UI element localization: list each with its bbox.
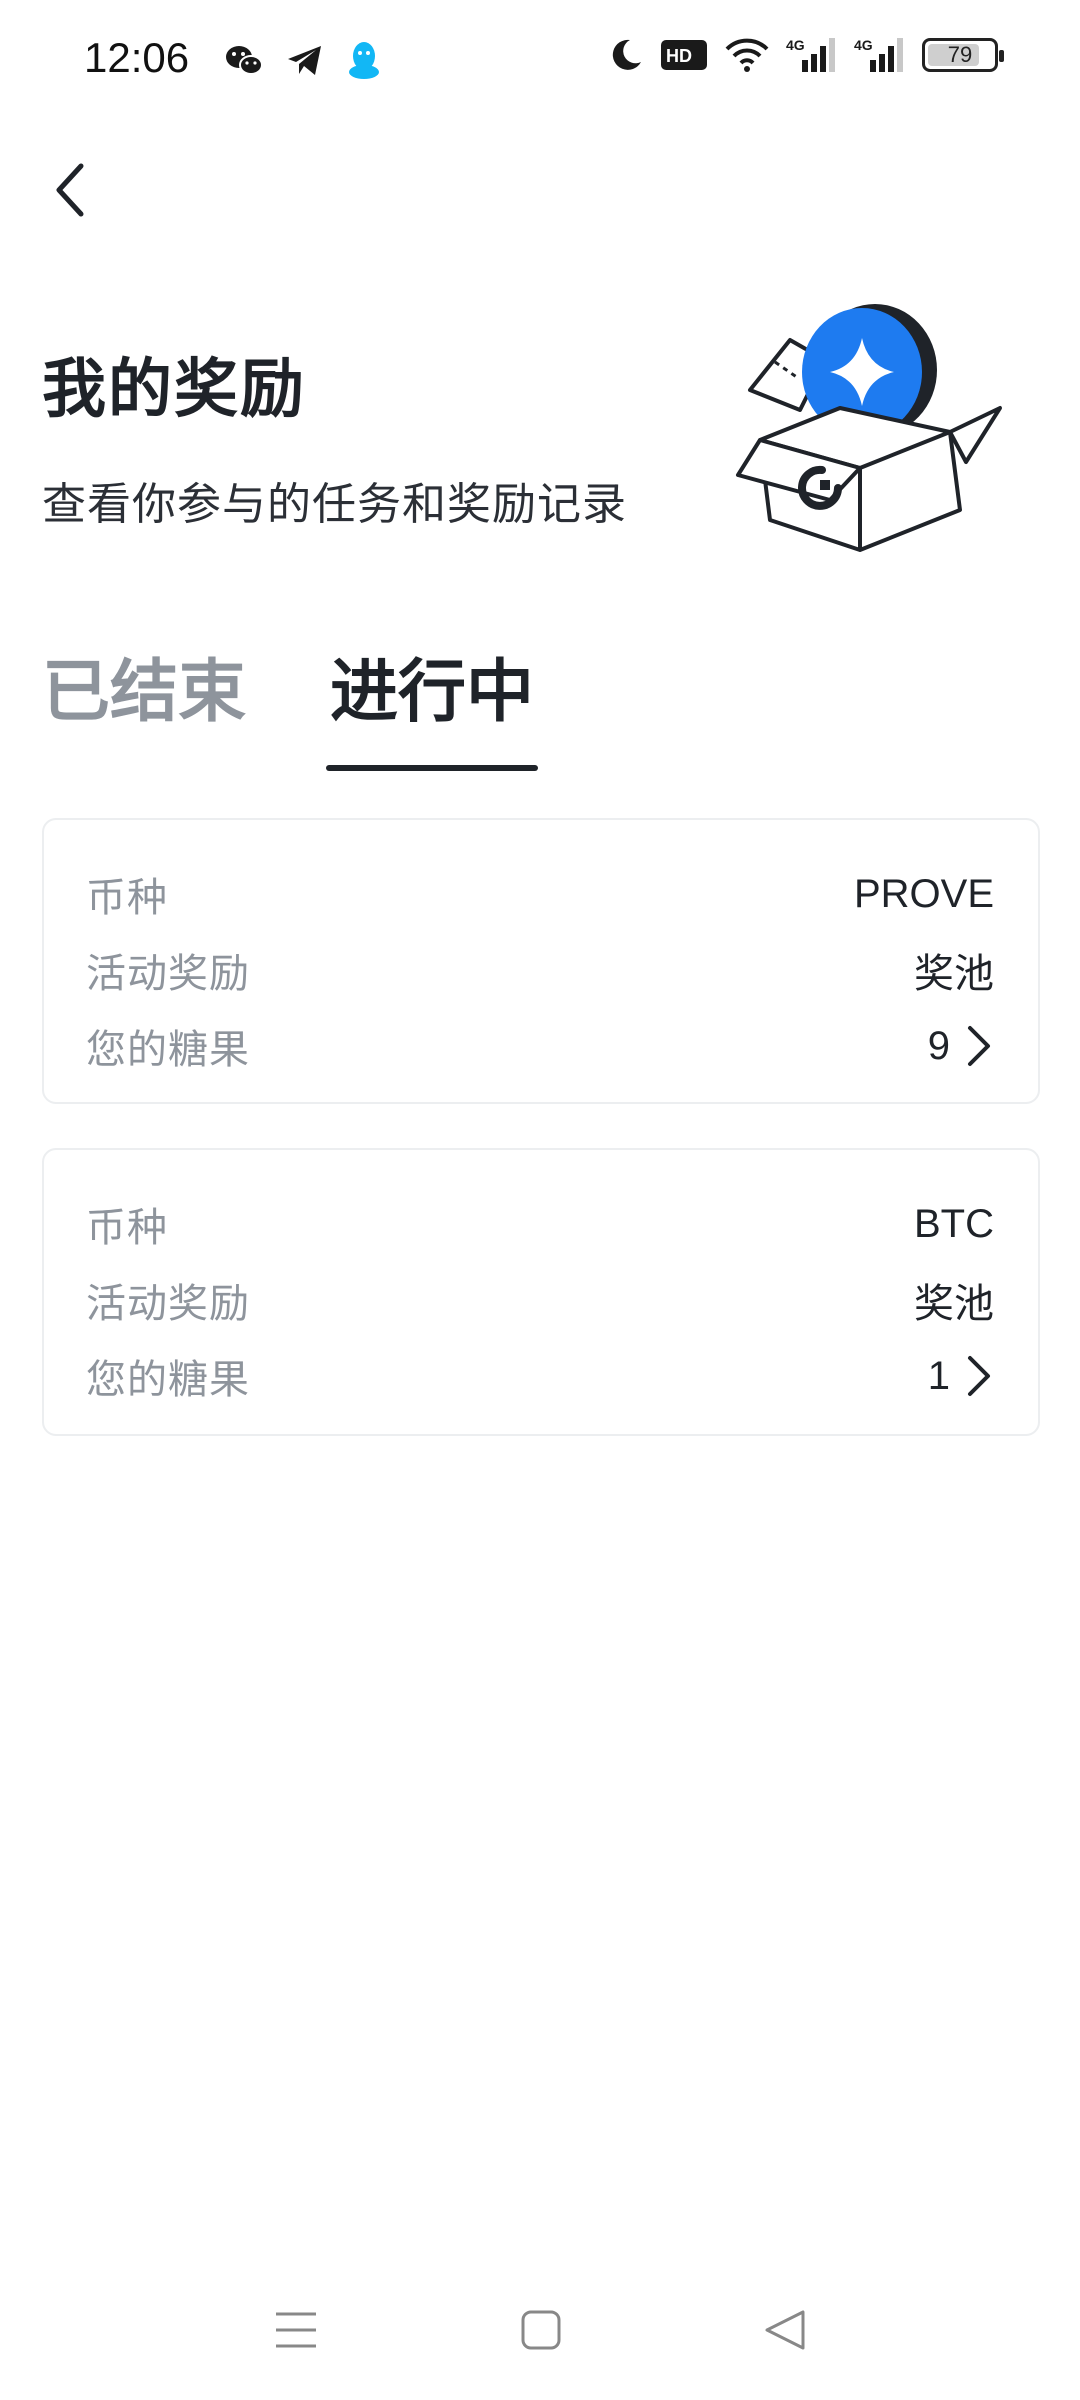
battery-level: 79 <box>947 42 973 67</box>
svg-text:4G: 4G <box>786 37 805 53</box>
svg-text:HD: HD <box>666 46 692 66</box>
candy-label: 您的糖果 <box>86 1357 250 1403</box>
back-triangle-icon[interactable] <box>763 2308 807 2352</box>
back-button[interactable] <box>40 150 100 230</box>
coin-row: 币种 PROVE <box>86 856 994 932</box>
page-title: 我的奖励 <box>42 353 306 427</box>
reward-card: 币种 PROVE 活动奖励 奖池 您的糖果 9 <box>42 818 1040 1104</box>
reward-card: 币种 BTC 活动奖励 奖池 您的糖果 1 <box>42 1148 1040 1436</box>
reward-tabs: 已结束 进行中 <box>42 636 539 771</box>
status-app-icons <box>224 40 382 82</box>
wechat-icon <box>226 46 263 75</box>
qq-icon <box>349 42 379 79</box>
status-time: 12:06 <box>84 34 190 81</box>
signal-4g-icon: 4G <box>854 37 903 72</box>
status-bar: 12:06 HD 4G 4G 79 <box>0 0 1080 120</box>
reward-row: 活动奖励 奖池 <box>86 1262 994 1338</box>
status-indicators: HD 4G 4G 79 <box>608 36 1004 74</box>
reward-label: 活动奖励 <box>86 951 250 997</box>
reward-row: 活动奖励 奖池 <box>86 932 994 1008</box>
reward-label: 活动奖励 <box>86 1281 250 1327</box>
svg-text:4G: 4G <box>854 37 873 53</box>
coin-value: PROVE <box>853 871 994 916</box>
candy-link[interactable]: 1 <box>928 1354 994 1399</box>
wifi-icon <box>725 38 769 72</box>
system-nav-bar <box>0 2280 1080 2380</box>
tab-in-progress[interactable]: 进行中 <box>326 636 539 771</box>
candy-row[interactable]: 您的糖果 1 <box>86 1338 994 1414</box>
coin-label: 币种 <box>86 1205 168 1251</box>
chevron-right-icon <box>968 1356 990 1396</box>
telegram-icon <box>288 46 321 75</box>
candy-label: 您的糖果 <box>86 1027 250 1073</box>
page-subtitle: 查看你参与的任务和奖励记录 <box>42 479 627 530</box>
home-icon[interactable] <box>519 2308 563 2352</box>
battery-indicator: 79 <box>922 38 1004 72</box>
coin-row: 币种 BTC <box>86 1186 994 1262</box>
coin-value: BTC <box>914 1201 994 1246</box>
candy-value: 9 <box>927 1023 950 1068</box>
reward-value: 奖池 <box>914 1281 994 1327</box>
signal-4g-icon: 4G <box>786 37 835 72</box>
candy-row[interactable]: 您的糖果 9 <box>86 1008 994 1084</box>
menu-icon[interactable] <box>273 2308 319 2352</box>
candy-link[interactable]: 9 <box>928 1024 994 1069</box>
coin-label: 币种 <box>86 875 168 921</box>
reward-box-illustration <box>736 304 1002 552</box>
chevron-left-icon <box>56 163 84 217</box>
tab-ended[interactable]: 已结束 <box>42 636 246 771</box>
hd-icon: HD <box>661 40 707 70</box>
reward-value: 奖池 <box>914 951 994 997</box>
candy-value: 1 <box>927 1353 950 1398</box>
moon-icon <box>612 39 641 70</box>
chevron-right-icon <box>968 1026 990 1066</box>
